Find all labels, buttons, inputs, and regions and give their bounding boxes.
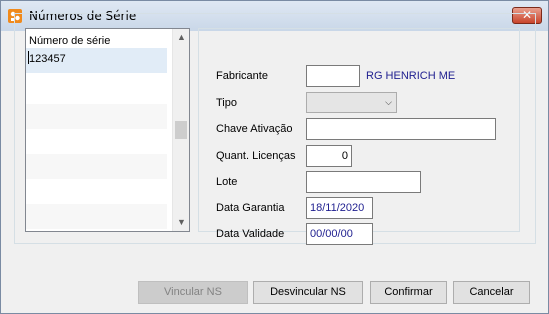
list-item[interactable]	[26, 204, 167, 229]
scroll-down-icon[interactable]: ▼	[173, 214, 190, 231]
list-item[interactable]	[26, 79, 167, 104]
serial-number-value: 123457	[29, 53, 66, 65]
list-item[interactable]	[26, 104, 167, 129]
dialog-window: Números de Série ✕ Número de série 12345…	[0, 0, 549, 314]
scroll-thumb[interactable]	[175, 121, 187, 139]
data-validade-label: Data Validade	[216, 228, 285, 240]
quant-licencas-label: Quant. Licenças	[216, 150, 296, 162]
list-item[interactable]: 123457	[26, 48, 167, 73]
chevron-down-icon: ⌵	[385, 97, 392, 107]
cancelar-button[interactable]: Cancelar	[453, 281, 530, 304]
chave-ativacao-label: Chave Ativação	[216, 123, 293, 135]
fabricante-code-field[interactable]	[306, 65, 360, 87]
serial-number-list[interactable]: Número de série 123457 ▲ ▼	[25, 28, 190, 232]
list-column-header: Número de série	[29, 35, 111, 47]
list-scrollbar[interactable]: ▲ ▼	[172, 29, 189, 231]
lote-field[interactable]	[306, 171, 421, 193]
data-garantia-field[interactable]: 18/11/2020	[306, 197, 373, 219]
fabricante-name: RG HENRICH ME	[366, 70, 456, 82]
list-item[interactable]	[26, 129, 167, 154]
data-validade-field[interactable]: 00/00/00	[306, 223, 373, 245]
fabricante-label: Fabricante	[216, 70, 268, 82]
desvincular-ns-button[interactable]: Desvincular NS	[253, 281, 363, 304]
confirmar-button[interactable]: Confirmar	[370, 281, 447, 304]
scroll-up-icon[interactable]: ▲	[173, 29, 190, 46]
vincular-ns-button[interactable]: Vincular NS	[138, 281, 248, 304]
chave-ativacao-field[interactable]	[306, 118, 496, 140]
data-garantia-label: Data Garantia	[216, 202, 285, 214]
list-item[interactable]	[26, 154, 167, 179]
list-item[interactable]	[26, 179, 167, 204]
text-caret	[28, 51, 29, 64]
lote-label: Lote	[216, 176, 238, 188]
tipo-label: Tipo	[216, 97, 237, 109]
tipo-select[interactable]: ⌵	[306, 92, 397, 113]
quant-licencas-field[interactable]: 0	[306, 145, 352, 167]
